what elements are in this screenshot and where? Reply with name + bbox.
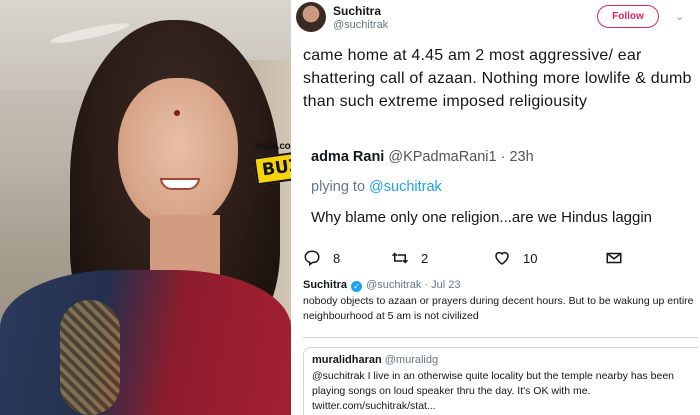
quoted-name: adma Rani (311, 149, 385, 165)
chevron-down-icon[interactable]: ⌄ (675, 10, 684, 23)
reply-tweet[interactable]: Suchitra ✓ @suchitrak · Jul 23 nobody ob… (303, 279, 698, 324)
replying-to: plying to @suchitrak (311, 179, 442, 195)
mail-icon (606, 252, 622, 264)
tweet-actions: 8 2 10 (303, 249, 683, 271)
dm-action[interactable] (605, 249, 623, 267)
replying-mention[interactable]: @suchitrak (369, 179, 442, 195)
woman-selfie-photo (0, 0, 291, 415)
tweet-panel: Suchitra @suchitrak Follow ⌄ came home a… (291, 0, 700, 415)
display-name[interactable]: Suchitra (333, 4, 381, 18)
reply-name: Suchitra (303, 279, 348, 291)
verified-icon: ✓ (351, 281, 363, 292)
replying-prefix: plying to (311, 179, 370, 195)
tweet-text: came home at 4.45 am 2 most aggressive/ … (303, 47, 692, 110)
embroidery (60, 300, 120, 415)
retweet-count: 2 (421, 250, 429, 266)
reply-count: 8 (333, 250, 341, 266)
reply-text: nobody objects to azaan or prayers durin… (303, 295, 694, 322)
quoted-handle: @KPadmaRani1 · 23h (388, 149, 534, 165)
reply-header: Suchitra ✓ @suchitrak · Jul 23 (303, 279, 698, 292)
follow-button[interactable]: Follow (597, 5, 659, 28)
like-icon (495, 251, 509, 265)
smile (160, 178, 200, 190)
avatar[interactable] (296, 2, 326, 32)
reply-name: muralidharan (312, 354, 382, 366)
like-action[interactable]: 10 (493, 249, 537, 267)
reply-action[interactable]: 8 (303, 249, 340, 267)
shawl (0, 270, 291, 415)
reply-handle: @muralidg (384, 354, 439, 366)
reply-text: @suchitrak I live in an otherwise quite … (312, 370, 675, 412)
reply-tweet[interactable]: muralidharan @muralidg @suchitrak I live… (303, 347, 698, 415)
tweet-header: Suchitra @suchitrak Follow ⌄ (291, 0, 700, 40)
reply-icon (304, 250, 320, 267)
bindi (174, 110, 180, 116)
retweet-action[interactable]: 2 (391, 249, 428, 267)
retweet-icon (391, 252, 409, 264)
like-count: 10 (523, 250, 538, 266)
reply-handle: @suchitrak · Jul 23 (366, 279, 461, 291)
neck (150, 215, 220, 275)
face (118, 78, 238, 228)
user-handle[interactable]: @suchitrak (333, 19, 388, 31)
divider (303, 337, 698, 338)
quoted-author: adma Rani @KPadmaRani1 · 23h (311, 149, 534, 165)
quoted-text: Why blame only one religion...are we Hin… (311, 209, 653, 226)
reply-header: muralidharan @muralidg (312, 354, 690, 366)
